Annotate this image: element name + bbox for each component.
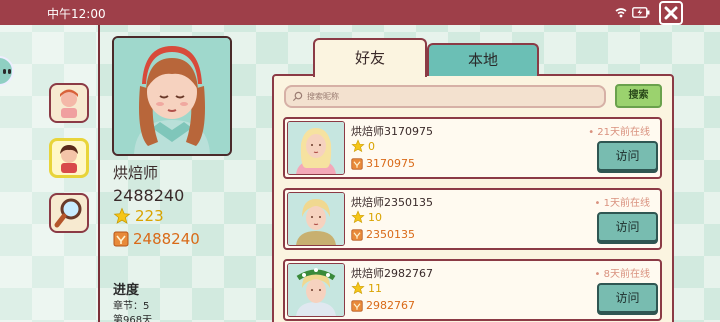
coin-icon — [351, 228, 363, 241]
friend-card: 烘焙师2982767 11 2982767 • 8天前在线 访问 — [283, 259, 662, 321]
chapter-label: 章节：5 — [113, 301, 150, 312]
friend-icon — [60, 145, 78, 173]
day-counter: 第968天 — [113, 315, 153, 322]
search-input[interactable]: 搜索昵称 — [284, 85, 606, 108]
friend-coins: 3170975 — [351, 157, 415, 170]
player-avatar — [112, 36, 232, 156]
star-icon — [113, 207, 131, 224]
side-menu-divider — [98, 25, 100, 322]
player-stars: 223 — [113, 207, 164, 225]
star-icon — [351, 139, 365, 153]
friend-name: 烘焙师3170975 — [351, 125, 433, 138]
search-menu-button[interactable] — [49, 193, 89, 233]
wifi-icon — [615, 8, 627, 18]
last-online-text: 1天前在线 — [603, 198, 650, 209]
friend-avatar — [287, 121, 345, 175]
search-placeholder: 搜索昵称 — [307, 92, 339, 101]
search-button[interactable]: 搜索 — [615, 84, 662, 108]
progress-title: 进度 — [113, 283, 140, 298]
search-icon — [292, 91, 303, 102]
friend-stars: 11 — [351, 281, 382, 295]
friend-card: 烘焙师2350135 10 2350135 • 1天前在线 访问 — [283, 188, 662, 250]
tab-friends[interactable]: 好友 — [313, 38, 427, 77]
friend-card: 烘焙师3170975 0 3170975 • 21天前在线 访问 — [283, 117, 662, 179]
last-online: • 8天前在线 — [594, 269, 650, 280]
tab-local[interactable]: 本地 — [427, 43, 539, 76]
friend-stars: 10 — [351, 210, 382, 224]
player-name: 烘焙师 — [113, 164, 159, 182]
friends-button[interactable] — [49, 138, 89, 178]
character-icon — [60, 89, 78, 118]
friend-avatar — [287, 192, 345, 246]
coin-icon — [351, 299, 363, 312]
friend-coins: 2982767 — [351, 299, 415, 312]
friend-stars: 0 — [351, 139, 375, 153]
visit-button[interactable]: 访问 — [597, 283, 658, 313]
friend-coins: 2350135 — [351, 228, 415, 241]
status-bar: 中午12:00 — [0, 0, 720, 25]
battery-icon — [632, 7, 650, 18]
star-icon — [351, 281, 365, 295]
player-coins-value: 2488240 — [133, 230, 200, 248]
friend-avatar — [287, 263, 345, 317]
friend-coins-value: 3170975 — [366, 157, 415, 170]
friend-coins-value: 2350135 — [366, 228, 415, 241]
last-online: • 21天前在线 — [588, 127, 650, 138]
coin-icon — [113, 231, 129, 247]
friend-name: 烘焙师2982767 — [351, 267, 433, 280]
coin-icon — [351, 157, 363, 170]
last-online-text: 21天前在线 — [597, 127, 650, 138]
star-icon — [351, 210, 365, 224]
visit-button[interactable]: 访问 — [597, 141, 658, 171]
visit-button[interactable]: 访问 — [597, 212, 658, 242]
last-online-text: 8天前在线 — [603, 269, 650, 280]
close-icon — [664, 6, 678, 20]
last-online: • 1天前在线 — [594, 198, 650, 209]
friend-coins-value: 2982767 — [366, 299, 415, 312]
friend-name: 烘焙师2350135 — [351, 196, 433, 209]
player-id: 2488240 — [113, 186, 185, 205]
player-coins: 2488240 — [113, 230, 200, 248]
magnifier-icon — [54, 198, 82, 228]
clock-time: 中午12:00 — [47, 7, 106, 21]
friend-stars-value: 0 — [368, 139, 375, 153]
character-button[interactable] — [49, 83, 89, 123]
close-button[interactable] — [659, 1, 683, 25]
friend-stars-value: 11 — [368, 281, 382, 295]
friend-stars-value: 10 — [368, 210, 382, 224]
player-stars-value: 223 — [135, 207, 164, 225]
